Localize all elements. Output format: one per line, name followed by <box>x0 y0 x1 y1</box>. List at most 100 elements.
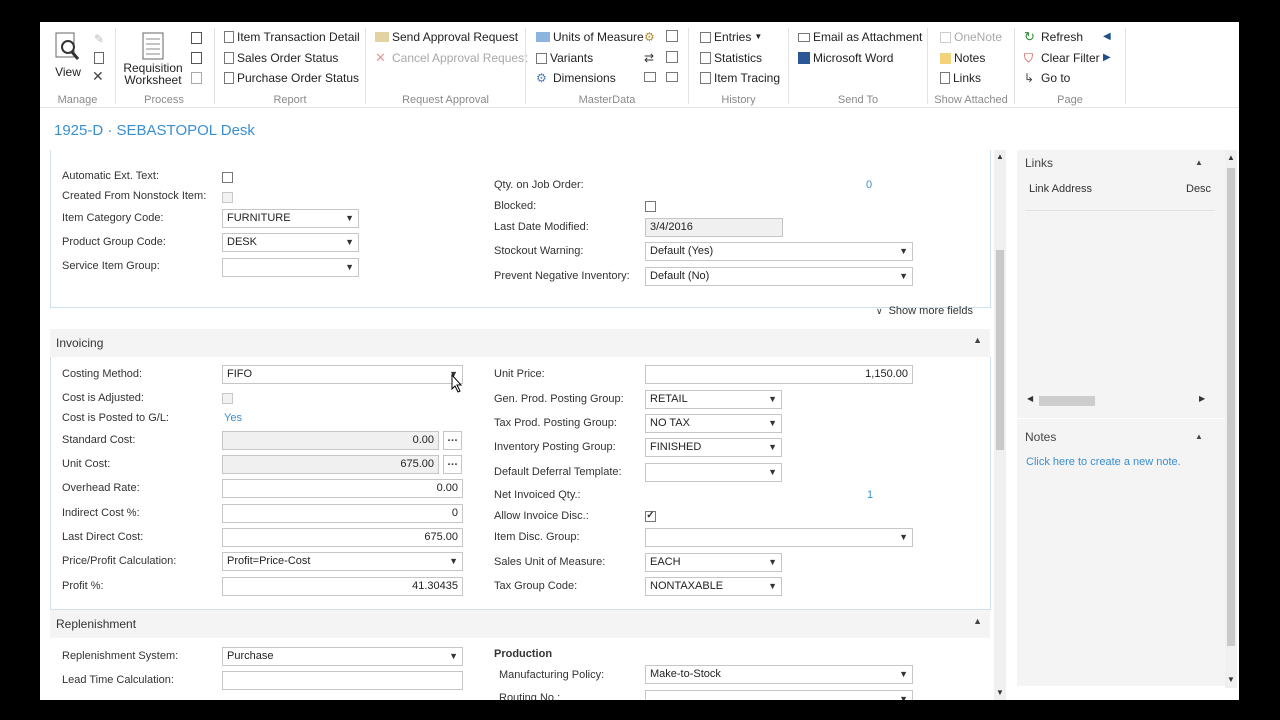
process-icon-3[interactable] <box>191 72 202 84</box>
service-item-group-label: Service Item Group: <box>62 260 160 272</box>
item-category-select[interactable]: FURNITURE ▼ <box>222 209 359 228</box>
entries-button[interactable]: Entries ▼ <box>700 28 762 46</box>
scroll-up-icon[interactable]: ▲ <box>1227 153 1235 162</box>
inventory-posting-select[interactable]: FINISHED ▼ <box>645 438 782 457</box>
notes-label: Notes <box>954 51 986 65</box>
next-icon[interactable]: ▶ <box>1103 52 1111 63</box>
purchase-order-status-button[interactable]: Purchase Order Status <box>224 69 359 87</box>
email-attachment-button[interactable]: Email as Attachment <box>798 28 922 46</box>
refresh-button[interactable]: ↻ Refresh <box>1024 28 1083 46</box>
delete-icon[interactable]: ✕ <box>92 68 104 85</box>
lead-time-field[interactable] <box>222 671 463 690</box>
microsoft-word-button[interactable]: Microsoft Word <box>798 49 893 67</box>
create-note-link[interactable]: Click here to create a new note. <box>1026 456 1181 468</box>
service-item-group-select[interactable]: ▼ <box>222 258 359 277</box>
scroll-right-icon[interactable]: ▶ <box>1199 394 1205 403</box>
blocked-checkbox[interactable] <box>645 201 656 212</box>
variants-icon <box>536 52 547 64</box>
dimensions-button[interactable]: ⚙ Dimensions <box>536 69 616 87</box>
tracing-icon <box>700 72 711 84</box>
process-icon-2[interactable] <box>191 52 202 64</box>
gen-prod-posting-select[interactable]: RETAIL ▼ <box>645 390 782 409</box>
scroll-down-icon[interactable]: ▼ <box>996 688 1004 697</box>
notes-button[interactable]: Notes <box>940 49 985 67</box>
unit-cost-field[interactable]: 675.00 <box>222 455 439 474</box>
links-hscrollbar-thumb[interactable] <box>1039 396 1095 406</box>
group-masterdata: Units of Measure Variants ⚙ Dimensions ⚙ … <box>526 22 688 108</box>
sales-uom-select[interactable]: EACH ▼ <box>645 553 782 572</box>
cancel-approval-request-button[interactable]: ✕ Cancel Approval Request <box>375 49 527 67</box>
factbox-scrollbar[interactable]: ▲ ▼ <box>1225 150 1237 688</box>
statistics-button[interactable]: Statistics <box>700 49 762 67</box>
invoicing-header[interactable]: Invoicing ▲ <box>50 329 990 357</box>
routing-no-select[interactable]: ▼ <box>645 690 913 700</box>
onenote-button[interactable]: OneNote <box>940 28 1002 46</box>
item-disc-group-select[interactable]: ▼ <box>645 528 913 547</box>
scroll-up-icon[interactable]: ▲ <box>996 152 1004 161</box>
masterdata-icon-c[interactable]: ⇄ <box>644 51 654 65</box>
item-transaction-detail-button[interactable]: Item Transaction Detail <box>224 28 360 46</box>
unit-cost-lookup-button[interactable]: … <box>443 455 462 474</box>
masterdata-icon-b[interactable] <box>666 30 678 42</box>
tax-group-select[interactable]: NONTAXABLE ▼ <box>645 577 782 596</box>
tax-prod-posting-select[interactable]: NO TAX ▼ <box>645 414 782 433</box>
sales-order-status-button[interactable]: Sales Order Status <box>224 49 338 67</box>
main-scrollbar[interactable]: ▲ ▼ <box>994 150 1006 700</box>
links-button[interactable]: Links <box>940 69 981 87</box>
main-scrollbar-thumb[interactable] <box>996 250 1004 450</box>
unit-price-field[interactable]: 1,150.00 <box>645 365 913 384</box>
indirect-cost-field[interactable]: 0 <box>222 504 463 523</box>
scroll-left-icon[interactable]: ◀ <box>1027 394 1033 403</box>
show-more-fields-link[interactable]: ∨ Show more fields <box>876 305 973 317</box>
prevent-negative-select[interactable]: Default (No) ▼ <box>645 267 913 286</box>
edit-icon[interactable]: ✎ <box>94 32 104 46</box>
links-hscrollbar[interactable]: ◀ ▶ <box>1025 394 1215 408</box>
word-icon <box>798 52 810 64</box>
automatic-ext-text-checkbox[interactable] <box>222 172 233 183</box>
factbox-scrollbar-thumb[interactable] <box>1227 168 1235 646</box>
requisition-worksheet-button[interactable]: Requisition Worksheet <box>120 32 186 86</box>
chevron-up-icon[interactable]: ▲ <box>1195 432 1203 441</box>
masterdata-icon-a[interactable]: ⚙ <box>644 30 655 44</box>
view-button[interactable]: View <box>48 32 88 78</box>
replenishment-header[interactable]: Replenishment ▲ <box>50 610 990 638</box>
new-icon[interactable] <box>94 52 104 64</box>
standard-cost-lookup-button[interactable]: … <box>443 431 462 450</box>
report-label: Purchase Order Status <box>237 71 360 85</box>
onenote-label: OneNote <box>954 30 1003 44</box>
qty-job-order-value[interactable]: 0 <box>866 179 872 191</box>
manufacturing-policy-select[interactable]: Make-to-Stock ▼ <box>645 665 913 684</box>
last-modified-field: 3/4/2016 <box>645 218 783 237</box>
stockout-warning-select[interactable]: Default (Yes) ▼ <box>645 242 913 261</box>
product-group-select[interactable]: DESK ▼ <box>222 233 359 252</box>
item-tracing-button[interactable]: Item Tracing <box>700 69 780 87</box>
routing-no-label: Routing No.: <box>499 692 561 700</box>
price-profit-select[interactable]: Profit=Price-Cost ▼ <box>222 552 463 571</box>
overhead-rate-field[interactable]: 0.00 <box>222 479 463 498</box>
masterdata-icon-f[interactable] <box>666 72 678 82</box>
standard-cost-field[interactable]: 0.00 <box>222 431 439 450</box>
item-category-value: FURNITURE <box>227 212 291 224</box>
send-approval-request-button[interactable]: Send Approval Request <box>375 28 518 46</box>
costing-method-select[interactable]: FIFO ▼ <box>222 365 463 384</box>
variants-button[interactable]: Variants <box>536 49 593 67</box>
chevron-down-icon: ▼ <box>899 694 908 700</box>
last-direct-cost-field[interactable]: 675.00 <box>222 528 463 547</box>
clear-filter-button[interactable]: ⛉ Clear Filter <box>1024 49 1100 67</box>
net-invoiced-value[interactable]: 1 <box>867 489 873 501</box>
replenishment-system-select[interactable]: Purchase ▼ <box>222 647 463 666</box>
deferral-template-select[interactable]: ▼ <box>645 463 782 482</box>
masterdata-icon-d[interactable] <box>666 51 678 63</box>
process-icon-1[interactable] <box>191 32 202 44</box>
refresh-label: Refresh <box>1041 30 1084 44</box>
previous-icon[interactable]: ◀ <box>1103 31 1111 42</box>
allow-invoice-disc-checkbox[interactable]: ✓ <box>645 511 656 522</box>
scroll-down-icon[interactable]: ▼ <box>1227 675 1235 684</box>
chevron-up-icon[interactable]: ▲ <box>1195 158 1203 167</box>
masterdata-icon-e[interactable] <box>644 72 656 82</box>
go-to-button[interactable]: ↳ Go to <box>1024 69 1070 87</box>
profit-field[interactable]: 41.30435 <box>222 577 463 596</box>
units-of-measure-button[interactable]: Units of Measure <box>536 28 644 46</box>
chevron-down-icon: ∨ <box>876 306 883 316</box>
email-icon <box>798 32 810 42</box>
